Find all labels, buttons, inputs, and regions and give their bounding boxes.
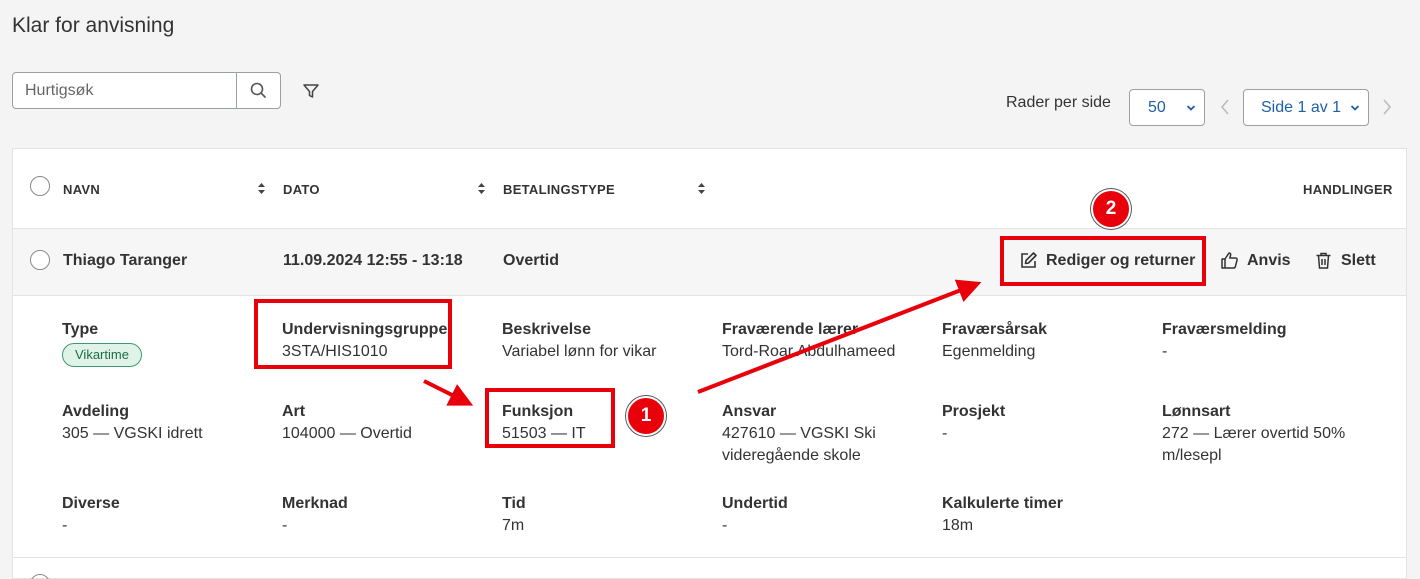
detail-value: 427610 — VGSKI Ski (722, 425, 876, 442)
detail-value: 7m (502, 517, 525, 534)
previous-page-icon[interactable] (1218, 97, 1232, 117)
step-1-marker: 1 (626, 396, 666, 436)
detail-label: Diverse (62, 495, 120, 512)
detail-label: Avdeling (62, 403, 129, 420)
detail-undertid: Undertid - (722, 493, 788, 537)
row-checkbox[interactable] (30, 250, 50, 270)
detail-label: Undertid (722, 495, 788, 512)
table-card: NAVN DATO BETALINGSTYPE HANDLINGER Thiag… (12, 148, 1407, 579)
detail-fravaersarsak: Fraværsårsak Egenmelding (942, 319, 1047, 363)
detail-value: 272 — Lærer overtid 50% (1162, 425, 1346, 442)
delete-button[interactable]: Slett (1314, 251, 1376, 270)
detail-fravaerende-laerer: Fraværende lærer Tord-Roar Abdulhameed (722, 319, 895, 363)
column-header-betalingstype[interactable]: BETALINGSTYPE (503, 182, 615, 197)
approve-label: Anvis (1247, 251, 1291, 269)
column-header-navn[interactable]: NAVN (63, 182, 100, 197)
detail-value: - (1162, 343, 1168, 360)
rows-per-page-label: Rader per side (1006, 94, 1111, 111)
row-betalingstype: Overtid (503, 252, 560, 269)
detail-type: Type Vikartime (62, 319, 142, 367)
filter-icon[interactable] (302, 82, 320, 100)
page-select[interactable]: Side 1 av 1 (1243, 89, 1369, 126)
detail-avdeling: Avdeling 305 — VGSKI idrett (62, 401, 203, 445)
delete-label: Slett (1341, 251, 1376, 269)
column-header-handlinger: HANDLINGER (1303, 182, 1393, 197)
detail-value: m/lesepl (1162, 447, 1222, 464)
search-box (12, 72, 281, 109)
sort-icon[interactable] (477, 182, 486, 195)
search-input[interactable] (13, 73, 236, 108)
detail-value: 305 — VGSKI idrett (62, 425, 203, 442)
detail-prosjekt: Prosjekt - (942, 401, 1005, 445)
detail-value: - (62, 517, 68, 534)
detail-tid: Tid 7m (502, 493, 526, 537)
highlight-funksjon (485, 388, 615, 448)
detail-value: - (722, 517, 728, 534)
detail-label: Lønnsart (1162, 403, 1231, 420)
detail-label: Merknad (282, 495, 348, 512)
select-all-checkbox[interactable] (30, 176, 50, 196)
rows-per-page-value: 50 (1148, 98, 1166, 116)
type-badge: Vikartime (62, 343, 142, 367)
detail-value: Variabel lønn for vikar (502, 343, 657, 360)
detail-ansvar: Ansvar 427610 — VGSKI Ski videregående s… (722, 401, 876, 467)
detail-value: 104000 — Overtid (282, 425, 412, 442)
highlight-undervisningsgruppe (254, 299, 452, 369)
detail-label: Fraværende lærer (722, 321, 859, 338)
detail-label: Tid (502, 495, 526, 512)
detail-value: - (942, 425, 948, 442)
sort-icon[interactable] (697, 182, 706, 195)
approve-button[interactable]: Anvis (1220, 251, 1291, 270)
trash-icon (1316, 252, 1331, 269)
detail-label: Ansvar (722, 403, 777, 420)
row-navn: Thiago Taranger (63, 252, 188, 269)
page-select-value: Side 1 av 1 (1261, 98, 1342, 116)
rows-per-page-select[interactable]: 50 (1129, 89, 1205, 126)
detail-art: Art 104000 — Overtid (282, 401, 412, 445)
next-page-icon[interactable] (1380, 97, 1394, 117)
detail-diverse: Diverse - (62, 493, 120, 537)
detail-value: Egenmelding (942, 343, 1036, 360)
detail-kalkulerte-timer: Kalkulerte timer 18m (942, 493, 1063, 537)
detail-label: Fraværsmelding (1162, 321, 1287, 338)
detail-fravaersmelding: Fraværsmelding - (1162, 319, 1286, 363)
search-icon (250, 82, 267, 99)
detail-value: Tord-Roar Abdulhameed (722, 343, 896, 360)
column-header-dato[interactable]: DATO (283, 182, 320, 197)
detail-beskrivelse: Beskrivelse Variabel lønn for vikar (502, 319, 656, 363)
detail-value: 18m (942, 517, 974, 534)
detail-value: videregående skole (722, 447, 861, 464)
search-button[interactable] (236, 73, 280, 108)
highlight-edit-button (1000, 236, 1206, 286)
page-title: Klar for anvisning (12, 14, 175, 37)
table-header: NAVN DATO BETALINGSTYPE HANDLINGER (13, 149, 1406, 229)
row-details: Type Vikartime Undervisningsgruppe 3STA/… (13, 296, 1406, 558)
thumbs-up-icon (1221, 252, 1238, 269)
row-dato: 11.09.2024 12:55 - 13:18 (283, 252, 463, 269)
detail-label: Beskrivelse (502, 321, 591, 338)
step-2-marker: 2 (1091, 189, 1131, 229)
detail-label: Type (62, 321, 99, 338)
detail-lonnsart: Lønnsart 272 — Lærer overtid 50% m/lesep… (1162, 401, 1345, 467)
detail-label: Kalkulerte timer (942, 495, 1063, 512)
detail-value: - (282, 517, 288, 534)
detail-label: Prosjekt (942, 403, 1006, 420)
sort-icon[interactable] (257, 182, 266, 195)
chevron-down-icon (1350, 105, 1360, 111)
detail-label: Fraværsårsak (942, 321, 1047, 338)
chevron-down-icon (1186, 105, 1196, 111)
detail-merknad: Merknad - (282, 493, 348, 537)
detail-label: Art (282, 403, 306, 420)
